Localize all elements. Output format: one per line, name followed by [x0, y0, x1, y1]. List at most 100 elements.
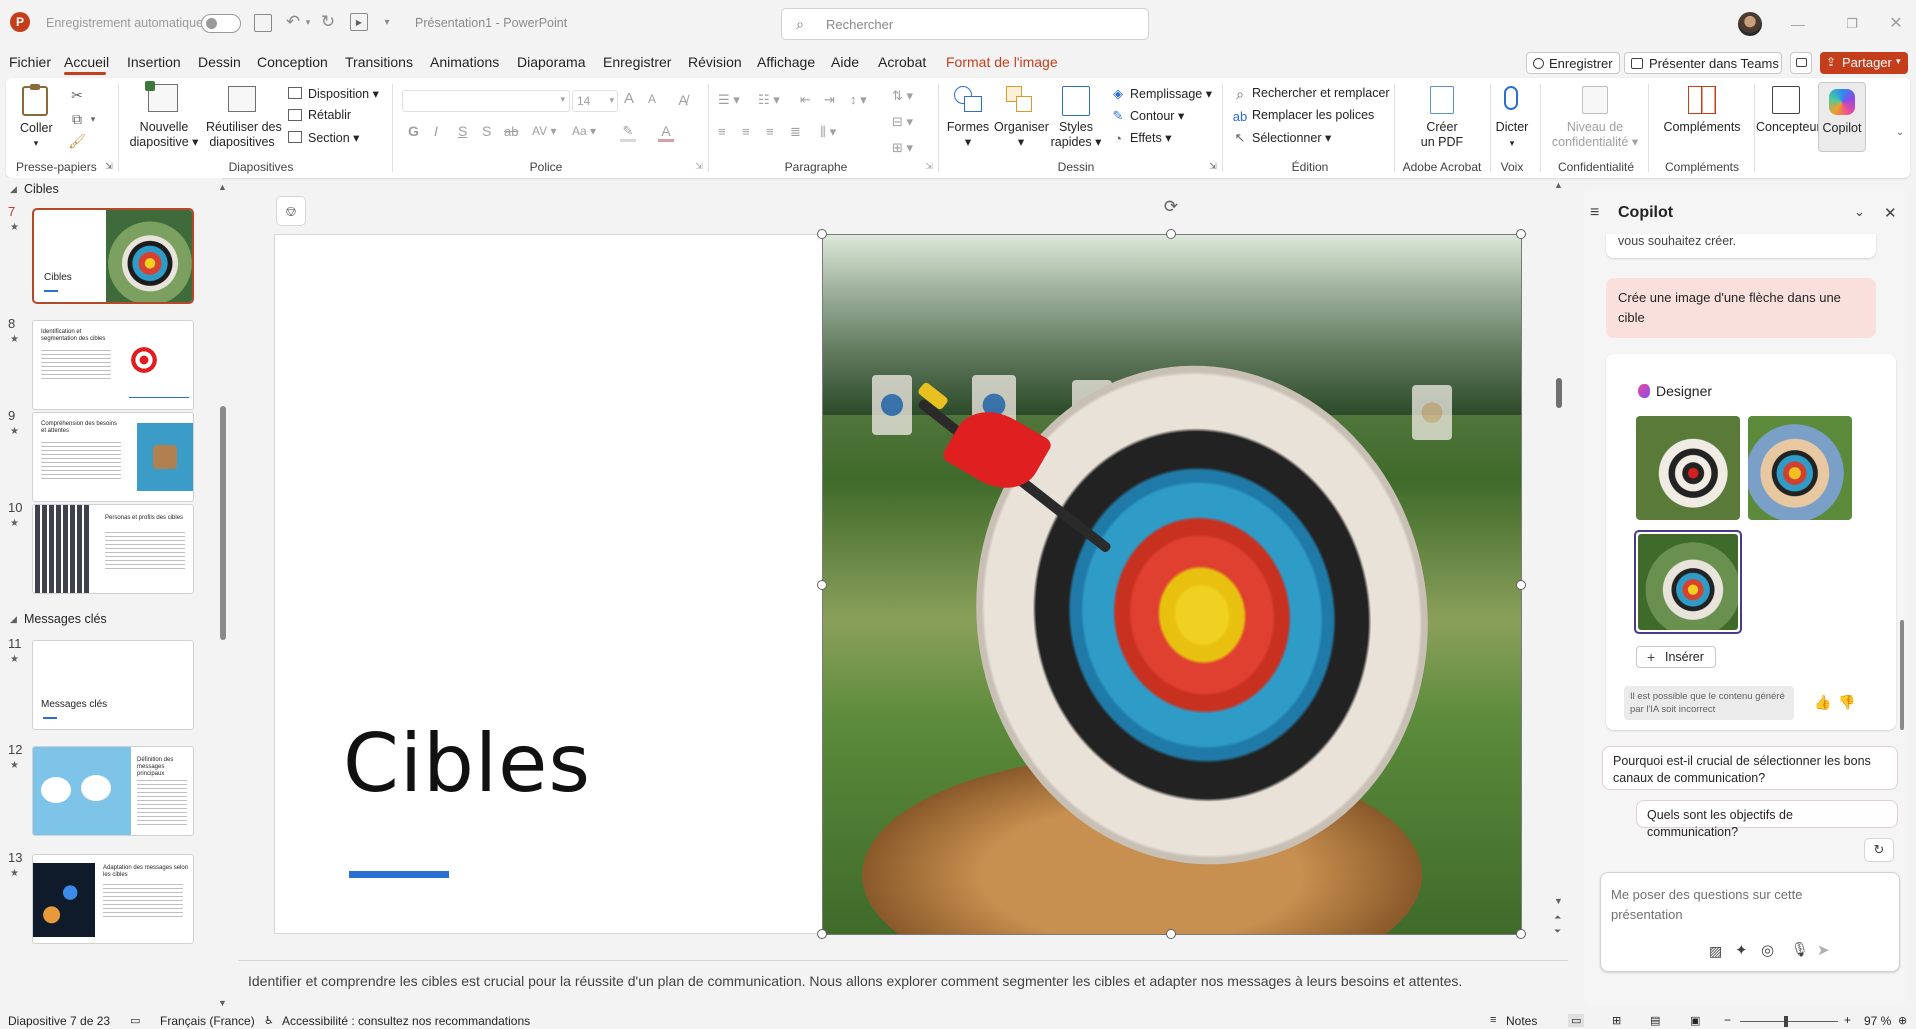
suggestion-chip-1[interactable]: Pourquoi est-il crucial de sélectionner …	[1602, 746, 1898, 790]
shrink-font-button[interactable]: A	[648, 92, 656, 106]
refresh-suggestions-button[interactable]: ↻	[1864, 838, 1894, 862]
editor-scrollbar-thumb[interactable]	[1556, 378, 1562, 408]
present-teams-button[interactable]: Présenter dans Teams	[1624, 52, 1782, 74]
zoom-out-icon[interactable]: −	[1724, 1013, 1731, 1027]
highlight-icon[interactable]: ✎	[620, 122, 636, 142]
quick-styles-icon[interactable]	[1062, 86, 1090, 116]
redo-icon[interactable]: ↻	[318, 12, 338, 32]
send-icon[interactable]: ➤	[1817, 941, 1830, 959]
arrange-icon[interactable]	[1006, 86, 1034, 114]
align-left-button[interactable]: ≡	[718, 124, 726, 139]
resize-handle[interactable]	[817, 929, 827, 939]
resize-handle[interactable]	[817, 580, 827, 590]
new-slide-button[interactable]: Nouvelle diapositive ▾	[128, 120, 200, 150]
copilot-scrollbar-thumb[interactable]	[1900, 620, 1904, 730]
quick-styles-button[interactable]: Styles rapides ▾	[1050, 120, 1102, 150]
image-prompt-icon[interactable]: ▨	[1709, 943, 1722, 960]
tab-picture-format[interactable]: Format de l'image	[946, 54, 1058, 70]
language-status[interactable]: Français (France)	[160, 1014, 255, 1028]
tab-view[interactable]: Affichage	[757, 54, 815, 70]
tab-draw[interactable]: Dessin	[198, 54, 241, 70]
insert-button[interactable]: + Insérer	[1636, 646, 1716, 668]
tab-review[interactable]: Révision	[688, 54, 742, 70]
designer-ideas-icon[interactable]: ⎊	[276, 196, 306, 226]
paste-icon[interactable]	[22, 84, 48, 116]
suggestion-chip-2[interactable]: Quels sont les objectifs de communicatio…	[1636, 800, 1898, 839]
sparkle-icon[interactable]: ✦	[1735, 941, 1748, 959]
customize-toolbar-icon[interactable]: ▾	[380, 14, 394, 30]
maximize-icon[interactable]: ❐	[1840, 14, 1864, 34]
microphone-input-icon[interactable]: 🎙	[1791, 941, 1809, 958]
comments-button[interactable]	[1790, 52, 1812, 74]
zoom-slider-track[interactable]	[1740, 1021, 1838, 1022]
drawing-launcher-icon[interactable]: ⇲	[1208, 160, 1218, 172]
align-right-button[interactable]: ≡	[766, 124, 774, 139]
columns-button[interactable]: ⫼ ▾	[820, 124, 836, 140]
dictate-button[interactable]: Dicter	[1490, 120, 1534, 135]
save-icon[interactable]	[254, 14, 272, 32]
strikethrough-button[interactable]: ab	[504, 124, 518, 139]
dictate-dropdown-icon[interactable]: ▾	[1490, 136, 1534, 151]
create-pdf-button[interactable]: Créer un PDF	[1406, 120, 1478, 150]
layout-button[interactable]: Disposition ▾	[308, 86, 379, 101]
shapes-icon[interactable]	[954, 86, 982, 114]
thumbs-down-icon[interactable]: 👎	[1838, 694, 1855, 711]
slide-thumbnail-7[interactable]: Cibles	[32, 208, 194, 304]
font-size-select[interactable]: 14 ▾	[572, 90, 618, 112]
tab-insert[interactable]: Insertion	[127, 54, 181, 70]
shapes-button[interactable]: Formes ▾	[944, 120, 992, 150]
designer-icon[interactable]	[1772, 86, 1800, 114]
tab-file[interactable]: Fichier	[9, 54, 51, 70]
paragraph-launcher-icon[interactable]: ⇲	[924, 160, 934, 172]
addins-button[interactable]: Compléments	[1656, 120, 1748, 135]
grow-font-button[interactable]: A	[624, 90, 634, 107]
tab-record[interactable]: Enregistrer	[603, 54, 671, 70]
tab-design[interactable]: Conception	[257, 54, 328, 70]
undo-dropdown-icon[interactable]: ▾	[303, 14, 313, 30]
resize-handle[interactable]	[1166, 929, 1176, 939]
tab-transitions[interactable]: Transitions	[345, 54, 413, 70]
undo-icon[interactable]: ↶	[283, 12, 303, 32]
outline-button[interactable]: Contour ▾	[1130, 108, 1184, 123]
present-from-start-icon[interactable]: ▶	[350, 13, 368, 31]
copy-dropdown-icon[interactable]: ▾	[88, 110, 98, 128]
smartart-button[interactable]: ⊞ ▾	[892, 140, 913, 156]
resize-handle[interactable]	[1516, 929, 1526, 939]
resize-handle[interactable]	[817, 229, 827, 239]
tab-animations[interactable]: Animations	[430, 54, 499, 70]
text-direction-button[interactable]: ⇅ ▾	[892, 88, 913, 104]
designer-button[interactable]: Concepteur	[1756, 120, 1821, 135]
generated-image-1[interactable]	[1636, 416, 1740, 520]
tab-slideshow[interactable]: Diaporama	[517, 54, 585, 70]
copilot-menu-icon[interactable]: ≡	[1590, 204, 1599, 222]
underline-button[interactable]: S	[458, 123, 467, 139]
search-box[interactable]: ⌕ Rechercher	[781, 8, 1149, 40]
select-button[interactable]: Sélectionner ▾	[1252, 130, 1331, 145]
user-avatar[interactable]	[1738, 12, 1762, 36]
slide-title[interactable]: Cibles	[343, 717, 591, 810]
tab-home[interactable]: Accueil	[64, 54, 109, 70]
format-painter-icon[interactable]: 🖌	[68, 132, 86, 150]
arrange-button[interactable]: Organiser ▾	[994, 120, 1049, 150]
copy-icon[interactable]: ⧉	[68, 110, 86, 128]
new-slide-icon[interactable]	[145, 81, 178, 112]
generated-image-2[interactable]	[1748, 416, 1852, 520]
slide-thumbnail-12[interactable]: Définition des messages principaux	[32, 746, 194, 836]
numbering-button[interactable]: ☷ ▾	[758, 92, 780, 108]
slide-thumbnail-11[interactable]: Messages clés	[32, 640, 194, 730]
section-button[interactable]: Section ▾	[308, 130, 359, 145]
slide-canvas[interactable]: Cibles ⟳	[274, 197, 1526, 939]
section-header-targets[interactable]: Cibles	[24, 182, 59, 196]
change-case-button[interactable]: Aa ▾	[572, 124, 596, 138]
notes-text[interactable]: Identifier et comprendre les cibles est …	[248, 973, 1462, 989]
share-button[interactable]: ⇪ Partager ▾	[1820, 52, 1908, 74]
collapse-icon[interactable]: ⌄	[1854, 204, 1865, 220]
decrease-indent-button[interactable]: ⇤	[800, 92, 811, 108]
zoom-in-icon[interactable]: +	[1844, 1013, 1851, 1027]
reuse-slides-button[interactable]: Réutiliser des diapositives	[206, 120, 282, 150]
resize-handle[interactable]	[1166, 229, 1176, 239]
create-pdf-icon[interactable]	[1430, 86, 1454, 114]
find-replace-button[interactable]: Rechercher et remplacer	[1252, 86, 1390, 100]
scroll-down-icon[interactable]: ▼	[218, 998, 227, 1008]
ribbon-collapse-icon[interactable]: ⌄	[1894, 126, 1906, 138]
